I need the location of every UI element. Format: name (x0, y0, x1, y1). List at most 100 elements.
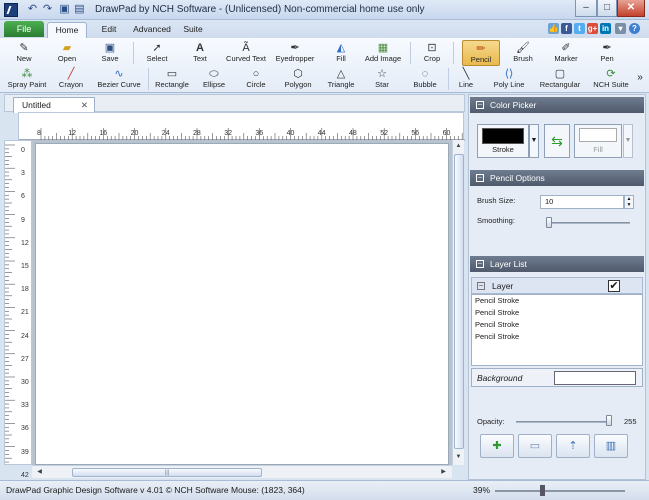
delete-layer-button[interactable]: ▥ (594, 434, 628, 458)
stroke-swatch-button[interactable]: Stroke (477, 124, 529, 158)
spray-paint-button[interactable]: ⁂ Spray Paint (6, 68, 48, 89)
like-icon[interactable]: 👍 (548, 23, 559, 34)
twitter-icon[interactable]: t (574, 23, 585, 34)
save-quick-icon[interactable]: ▣ (58, 3, 71, 16)
tab-suite[interactable]: Suite (178, 22, 208, 38)
minimize-button[interactable]: – (575, 0, 597, 17)
facebook-icon[interactable]: f (561, 23, 572, 34)
background-color-swatch[interactable] (554, 371, 636, 385)
list-item[interactable]: Pencil Stroke (472, 331, 642, 343)
add-layer-button[interactable]: ✚ (480, 434, 514, 458)
smoothing-slider-thumb[interactable] (546, 217, 552, 228)
drawing-canvas[interactable] (35, 143, 449, 465)
background-row[interactable]: Background (471, 368, 643, 387)
tab-edit[interactable]: Edit (94, 22, 124, 38)
text-button[interactable]: A Text (186, 42, 214, 63)
google-plus-icon[interactable]: g+ (587, 23, 598, 34)
list-item[interactable]: Pencil Stroke (472, 307, 642, 319)
title-bar: ↶ ↷ ▣ ▤ DrawPad by NCH Software - (Unlic… (0, 0, 649, 20)
close-tab-icon[interactable]: ✕ (81, 98, 88, 113)
more-tools-button[interactable]: » (634, 72, 646, 83)
horizontal-scroll-thumb[interactable]: ||| (72, 468, 262, 477)
tab-home[interactable]: Home (47, 22, 87, 38)
drawpad-app-icon[interactable] (4, 3, 18, 17)
list-item[interactable]: Pencil Stroke (472, 295, 642, 307)
rectangle-button[interactable]: ▭ Rectangle (152, 68, 192, 89)
scroll-up-icon[interactable]: ▲ (453, 141, 464, 152)
ellipse-button[interactable]: ⬭ Ellipse (198, 68, 230, 89)
brush-size-input[interactable]: 10 (540, 195, 624, 209)
duplicate-layer-button[interactable]: ▭ (518, 434, 552, 458)
vertical-scrollbar[interactable]: ▲ ▼ (452, 140, 464, 465)
collapse-icon[interactable]: – (476, 174, 484, 182)
vertical-scroll-thumb[interactable] (454, 154, 464, 449)
ribbon-tab-row: File Home Edit Advanced Suite 👍 f t g+ i… (0, 20, 649, 38)
brush-size-stepper[interactable]: ▲ ▼ (624, 195, 634, 209)
stroke-dropdown-icon[interactable]: ▼ (529, 124, 539, 158)
tab-advanced[interactable]: Advanced (130, 22, 174, 38)
layer-list-header[interactable]: – Layer List (470, 256, 644, 272)
pencil-button[interactable]: ✏ Pencil (462, 40, 500, 66)
crayon-button[interactable]: ╱ Crayon (56, 68, 86, 89)
zoom-slider-thumb[interactable] (540, 485, 545, 496)
collapse-icon[interactable]: – (476, 260, 484, 268)
marker-button[interactable]: ✐ Marker (550, 42, 582, 63)
circle-button[interactable]: ○ Circle (242, 68, 270, 89)
collapse-icon[interactable]: – (476, 101, 484, 109)
curved-text-button[interactable]: Ã Curved Text (222, 42, 270, 63)
opacity-slider-thumb[interactable] (606, 415, 612, 426)
line-button[interactable]: ╲ Line (454, 68, 478, 89)
pen-button[interactable]: ✒ Pen (594, 42, 620, 63)
maximize-button[interactable]: □ (597, 0, 617, 17)
layer-visible-checkbox[interactable]: ✔ (608, 280, 620, 292)
crop-button[interactable]: ⊡ Crop (418, 42, 446, 63)
layer-row[interactable]: – Layer ✔ (471, 277, 643, 294)
brush-button[interactable]: 🖌 Brush (508, 42, 538, 63)
fill-dropdown-icon[interactable]: ▼ (623, 124, 633, 158)
opacity-slider[interactable] (516, 421, 612, 423)
fill-swatch-button[interactable]: Fill (574, 124, 622, 158)
vertical-ruler: 0 3 6 9 12 15 18 21 24 27 30 33 36 39 42 (4, 140, 32, 479)
redo-icon[interactable]: ↷ (41, 3, 54, 16)
tab-untitled[interactable]: Untitled ✕ (13, 97, 95, 113)
bezier-curve-button[interactable]: ∿ Bezier Curve (95, 68, 143, 89)
duplicate-layer-icon: ▭ (529, 440, 541, 452)
undo-icon[interactable]: ↶ (26, 3, 39, 16)
nch-suite-button[interactable]: ⟳ NCH Suite (592, 68, 630, 89)
save-button[interactable]: ▣ Save (95, 42, 125, 63)
swap-colors-icon[interactable]: ⇆ (544, 124, 570, 158)
tab-file[interactable]: File (4, 21, 44, 37)
rectangular-button[interactable]: ▢ Rectangular (538, 68, 582, 89)
horizontal-scrollbar[interactable]: ◀ ||| ▶ (32, 465, 452, 478)
collapse-layer-icon[interactable]: – (477, 282, 485, 290)
zoom-slider[interactable] (495, 490, 625, 492)
document-quick-icon[interactable]: ▤ (73, 3, 86, 16)
list-item[interactable]: Pencil Stroke (472, 319, 642, 331)
tab-untitled-label: Untitled (22, 100, 51, 110)
poly-line-button[interactable]: ⟨⟩ Poly Line (492, 68, 526, 89)
pencil-options-header[interactable]: – Pencil Options (470, 170, 644, 186)
layer-up-button[interactable]: ⇡ (556, 434, 590, 458)
crayon-icon: ╱ (67, 68, 75, 80)
add-image-button[interactable]: ▦ Add Image (363, 42, 403, 63)
star-button[interactable]: ☆ Star (370, 68, 394, 89)
help-icon[interactable]: ? (629, 23, 640, 34)
dropdown-icon[interactable]: ▾ (615, 23, 626, 34)
smoothing-slider[interactable] (546, 222, 630, 224)
close-button[interactable]: ✕ (617, 0, 645, 17)
scroll-right-icon[interactable]: ▶ (438, 467, 449, 478)
eyedropper-button[interactable]: ✒ Eyedropper (274, 42, 316, 63)
polygon-button[interactable]: ⬡ Polygon (282, 68, 314, 89)
fill-button[interactable]: ◭ Fill (328, 42, 354, 63)
speech-bubble-icon: ◌ (421, 68, 429, 80)
scroll-left-icon[interactable]: ◀ (34, 467, 45, 478)
scroll-down-icon[interactable]: ▼ (453, 452, 464, 463)
new-button[interactable]: ✎ New (10, 42, 38, 63)
triangle-button[interactable]: △ Triangle (324, 68, 358, 89)
linkedin-icon[interactable]: in (600, 23, 611, 34)
spray-can-icon: ⁂ (21, 68, 33, 80)
open-button[interactable]: ▰ Open (52, 42, 82, 63)
bubble-button[interactable]: ◌ Bubble (410, 68, 440, 89)
select-button[interactable]: ➚ Select (142, 42, 172, 63)
color-picker-header[interactable]: – Color Picker (470, 97, 644, 113)
